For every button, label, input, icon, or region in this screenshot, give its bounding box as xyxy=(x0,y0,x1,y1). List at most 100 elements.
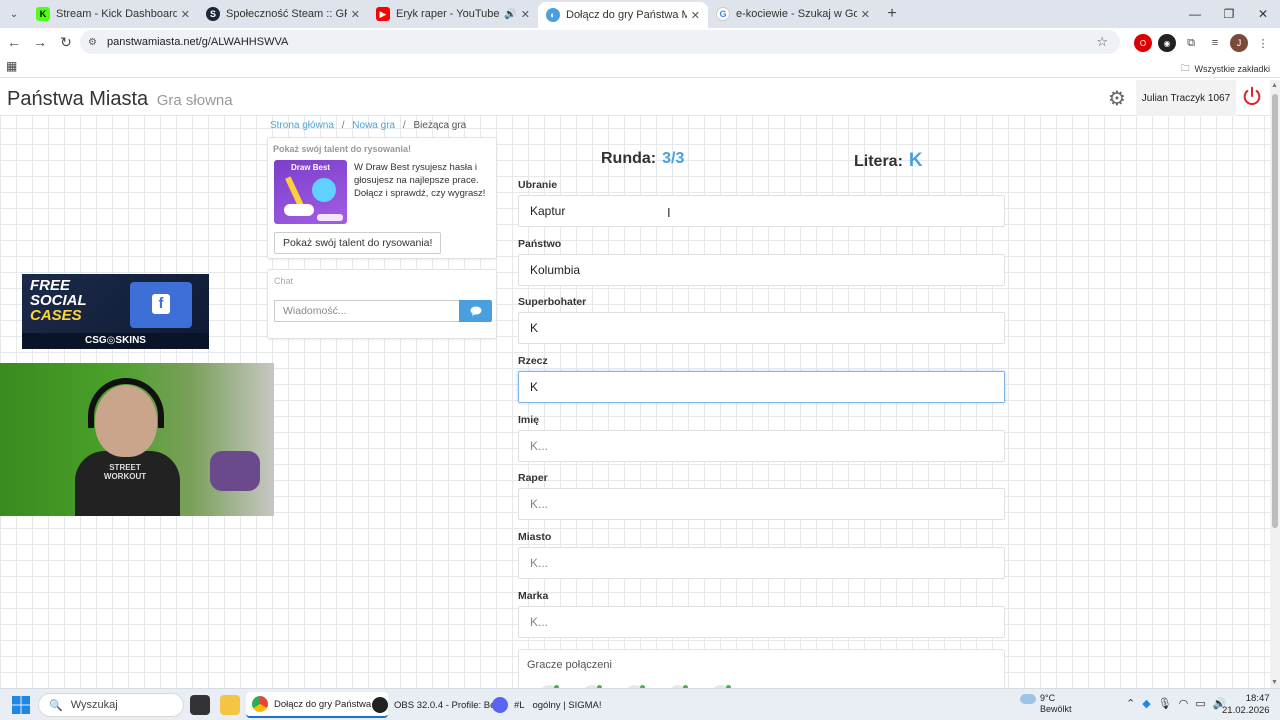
site-info-icon[interactable]: ⚙ xyxy=(88,37,97,48)
speech-bubble-icon xyxy=(470,306,481,316)
field-label-superbohater: Superbohater xyxy=(518,296,587,308)
brand-subtitle: Gra słowna xyxy=(156,92,233,109)
tab-search-chevron-icon[interactable]: ⌄ xyxy=(0,0,28,28)
bookmark-bar: ▦ 🗀 Wszystkie zakładki xyxy=(0,56,1280,78)
youtube-icon: ▶ xyxy=(376,7,390,21)
field-input-marka[interactable]: K... xyxy=(518,606,1005,638)
user-name[interactable]: Julian Traczyk 1067 xyxy=(1136,80,1236,116)
chevron-up-icon[interactable]: ⌃ xyxy=(1126,697,1135,710)
close-icon[interactable]: ✕ xyxy=(181,8,190,21)
round-value: 3/3 xyxy=(662,150,685,167)
connected-players-panel: Gracze połączeni xyxy=(518,649,1005,688)
ad-line-1: FREE xyxy=(30,277,71,294)
round-indicator: Runda: 3/3 xyxy=(601,150,684,168)
microphone-icon[interactable]: 🎙 xyxy=(1158,697,1172,710)
tab-kick[interactable]: K Stream - Kick Dashboard ✕ xyxy=(28,0,198,28)
close-icon[interactable]: ✕ xyxy=(351,8,360,21)
extension-icon[interactable]: ◉ xyxy=(1158,34,1176,52)
tab-bar: ⌄ K Stream - Kick Dashboard ✕ S Społeczn… xyxy=(0,0,1280,28)
chat-message-input[interactable]: Wiadomość... xyxy=(274,300,459,322)
thumbnail-title: Draw Best xyxy=(290,163,331,172)
close-icon[interactable]: ✕ xyxy=(861,8,870,21)
field-input-ubranie[interactable]: Kaptur xyxy=(518,195,1005,227)
folder-icon: 🗀 xyxy=(1180,63,1190,73)
new-tab-button[interactable]: + xyxy=(878,5,906,23)
taskbar-clock[interactable]: 18:47 21.02.2026 xyxy=(1222,693,1270,717)
file-explorer-icon[interactable] xyxy=(220,695,240,715)
letter-value: K xyxy=(908,150,923,171)
media-control-icon[interactable]: ≡ xyxy=(1206,34,1224,52)
all-bookmarks-label: Wszystkie zakładki xyxy=(1194,64,1270,74)
field-input-miasto[interactable]: K... xyxy=(518,547,1005,579)
field-label-miasto: Miasto xyxy=(518,531,552,543)
back-icon[interactable]: ← xyxy=(2,30,26,54)
draw-best-button[interactable]: Pokaż swój talent do rysowania! xyxy=(274,232,442,254)
opera-extension-icon[interactable]: O xyxy=(1134,34,1152,52)
speaker-icon[interactable]: 🔊 xyxy=(504,9,516,20)
profile-avatar[interactable]: J xyxy=(1230,34,1248,52)
field-input-panstwo[interactable]: Kolumbia xyxy=(518,254,1005,286)
tab-title: Stream - Kick Dashboard xyxy=(56,8,177,20)
obs-icon xyxy=(372,697,388,713)
taskbar-search-input[interactable]: 🔍 Wyszukaj xyxy=(38,693,184,717)
tab-panstwa-miasta[interactable]: ◐ Dołącz do gry Państwa Miasta ✕ xyxy=(538,2,708,28)
field-label-raper: Raper xyxy=(518,472,548,484)
webcam-overlay: STREET WORKOUT xyxy=(0,363,274,516)
scrollbar-thumb[interactable] xyxy=(1272,94,1278,528)
windows-start-icon[interactable] xyxy=(12,696,30,714)
more-menu-icon[interactable]: ⋮ xyxy=(1254,34,1272,52)
weather-widget[interactable]: 9°C Bewölkt xyxy=(1020,693,1072,715)
promo-title: Pokaż swój talent do rysowania! xyxy=(273,144,412,154)
search-icon: 🔍 xyxy=(49,699,63,712)
draw-best-thumbnail[interactable]: Draw Best xyxy=(274,160,347,224)
maximize-icon[interactable]: ❐ xyxy=(1212,0,1246,28)
breadcrumb-new-game-link[interactable]: Nowa gra xyxy=(352,120,395,131)
forward-icon[interactable]: → xyxy=(28,30,52,54)
letter-indicator: Litera: K xyxy=(854,150,923,172)
breadcrumb-current: Bieżąca gra xyxy=(413,120,467,131)
minimize-icon[interactable]: — xyxy=(1178,0,1212,28)
reload-icon[interactable]: ↻ xyxy=(54,30,78,54)
logout-power-icon[interactable] xyxy=(1241,85,1263,107)
chat-send-button[interactable] xyxy=(459,300,492,322)
field-label-imie: Imię xyxy=(518,414,540,426)
wifi-icon[interactable]: ◠ xyxy=(1179,697,1189,710)
windows-taskbar: 🔍 Wyszukaj Dołącz do gry Państwa M OBS 3… xyxy=(0,688,1280,720)
apps-grid-icon[interactable]: ▦ xyxy=(6,59,17,73)
scroll-down-icon[interactable]: ▼ xyxy=(1271,679,1278,686)
puzzle-icon[interactable]: ⧉ xyxy=(1182,34,1200,52)
discord-icon xyxy=(492,697,508,713)
csgoskins-advertisement[interactable]: FREE SOCIAL CASES f CSG◎SKINS xyxy=(22,274,209,349)
scroll-up-icon[interactable]: ▲ xyxy=(1271,82,1278,89)
field-input-superbohater[interactable]: K xyxy=(518,312,1005,344)
page-content: Państwa Miasta Gra słowna ⚙ Julian Tracz… xyxy=(0,80,1270,688)
close-icon[interactable]: ✕ xyxy=(521,8,530,21)
field-label-panstwo: Państwo xyxy=(518,238,562,250)
page-scrollbar[interactable]: ▲ ▼ xyxy=(1270,80,1280,688)
url-input[interactable]: ⚙ panstwamiasta.net/g/ALWAHHSWVA ☆ xyxy=(80,30,1120,54)
settings-gear-icon[interactable]: ⚙ xyxy=(1108,86,1126,111)
tray-app-icon[interactable]: ◆ xyxy=(1142,697,1150,710)
close-icon[interactable]: ✕ xyxy=(691,9,700,22)
tab-title: Dołącz do gry Państwa Miasta xyxy=(566,9,687,21)
site-brand[interactable]: Państwa Miasta Gra słowna xyxy=(7,88,233,111)
round-label: Runda: xyxy=(601,150,657,167)
tab-youtube[interactable]: ▶ Eryk raper - YouTube 🔊 ✕ xyxy=(368,0,538,28)
monitor-icon[interactable]: ▭ xyxy=(1195,697,1205,710)
taskbar-app-label: OBS 32.0.4 - Profile: Bez xyxy=(394,699,501,711)
tab-google[interactable]: G e-kociewie - Szukaj w Google ✕ xyxy=(708,0,878,28)
breadcrumb-separator: / xyxy=(341,120,345,131)
clock-date: 21.02.2026 xyxy=(1222,705,1270,716)
window-close-icon[interactable]: ✕ xyxy=(1246,0,1280,28)
taskbar-app-discord[interactable]: #L ogólny | SIGMA! xyxy=(486,692,607,718)
breadcrumb-home-link[interactable]: Strona główna xyxy=(270,120,334,131)
field-input-rzecz[interactable]: K xyxy=(518,371,1005,403)
bookmark-star-icon[interactable]: ☆ xyxy=(1096,34,1108,50)
field-input-raper[interactable]: K... xyxy=(518,488,1005,520)
site-navbar: Państwa Miasta Gra słowna ⚙ Julian Tracz… xyxy=(0,80,1270,116)
tab-steam[interactable]: S Społeczność Steam :: GRZYWA ✕ xyxy=(198,0,368,28)
all-bookmarks-button[interactable]: 🗀 Wszystkie zakładki xyxy=(1180,61,1270,77)
ad-line-3: CASES xyxy=(30,307,82,324)
field-input-imie[interactable]: K... xyxy=(518,430,1005,462)
task-view-icon[interactable] xyxy=(190,695,210,715)
